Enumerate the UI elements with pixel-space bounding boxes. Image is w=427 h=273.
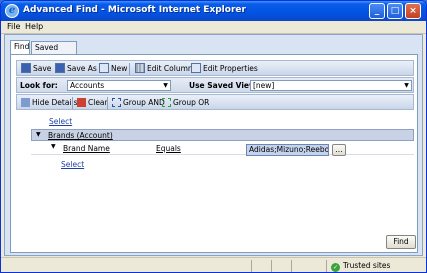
operator[interactable]: Equals xyxy=(156,144,181,153)
maximize-button[interactable]: □ xyxy=(387,3,403,19)
look-for-value: Accounts xyxy=(70,81,105,90)
properties-icon xyxy=(191,63,201,73)
status-bar: ✓ Trusted sites xyxy=(1,257,426,272)
minimize-button[interactable]: _ xyxy=(369,3,385,19)
close-button[interactable]: × xyxy=(405,3,421,19)
status-divider xyxy=(291,260,292,272)
group-and-button[interactable]: Group AND xyxy=(112,97,165,109)
save-button[interactable]: Save xyxy=(21,63,51,75)
status-divider xyxy=(251,260,252,272)
tab-saved-views[interactable]: Saved Views xyxy=(31,41,77,63)
hide-details-button[interactable]: Hide Details xyxy=(21,97,77,109)
group-row[interactable]: ▼ Brands (Account) xyxy=(31,129,414,141)
query-toolbar: Hide Details Clear Group AND Group OR xyxy=(16,94,414,110)
edit-columns-button[interactable]: Edit Columns xyxy=(135,63,197,75)
toolbar-separator xyxy=(107,97,108,109)
criteria-row: ▼ Brand Name Equals xyxy=(31,141,414,155)
saved-view-value: [new] xyxy=(253,81,275,90)
new-label: New xyxy=(111,64,128,73)
main-toolbar: Save Save As New Edit Columns Edit Prope… xyxy=(16,60,414,76)
group-label[interactable]: Brands (Account) xyxy=(48,131,113,140)
lookup-button[interactable]: ... xyxy=(332,144,346,156)
edit-columns-label: Edit Columns xyxy=(147,64,197,73)
group-or-icon xyxy=(162,98,171,107)
group-or-label: Group OR xyxy=(173,98,210,107)
top-select-link[interactable]: Select xyxy=(49,117,72,126)
trusted-check-icon: ✓ xyxy=(331,263,340,272)
group-or-button[interactable]: Group OR xyxy=(162,97,209,109)
find-panel: Save Save As New Edit Columns Edit Prope… xyxy=(10,54,418,253)
find-button[interactable]: Find xyxy=(386,235,416,249)
status-divider xyxy=(326,260,327,272)
look-for-select[interactable]: Accounts ▼ xyxy=(67,80,171,91)
new-icon xyxy=(99,63,109,73)
toolbar-separator xyxy=(129,63,130,75)
status-divider xyxy=(271,260,272,272)
group-and-icon xyxy=(112,98,121,107)
columns-icon xyxy=(135,63,145,73)
group-and-label: Group AND xyxy=(123,98,165,107)
inner-select-link[interactable]: Select xyxy=(61,160,84,169)
query-options-bar: Look for: Accounts ▼ Use Saved View: [ne… xyxy=(16,77,414,93)
hide-details-label: Hide Details xyxy=(32,98,78,107)
value-field[interactable]: Adidas;Mizuno;Reebok xyxy=(246,144,329,156)
clear-button[interactable]: Clear xyxy=(77,97,108,109)
security-zone: ✓ Trusted sites xyxy=(331,261,390,272)
save-as-icon xyxy=(55,63,65,73)
clear-label: Clear xyxy=(88,98,108,107)
window-title: Advanced Find - Microsoft Internet Explo… xyxy=(23,5,246,15)
saved-view-select[interactable]: [new] ▼ xyxy=(250,80,412,91)
collapse-arrow-icon[interactable]: ▼ xyxy=(36,131,41,138)
page-content: Find Saved Views Save Save As New Edit C… xyxy=(4,34,423,256)
menu-bar: File Help xyxy=(1,21,426,34)
save-icon xyxy=(21,63,31,73)
toolbar-separator xyxy=(72,97,73,109)
chevron-down-icon: ▼ xyxy=(404,82,409,89)
clear-icon xyxy=(77,98,86,107)
menu-help[interactable]: Help xyxy=(25,22,43,31)
details-icon xyxy=(21,98,30,107)
browser-window: e Advanced Find - Microsoft Internet Exp… xyxy=(0,0,427,273)
new-button[interactable]: New xyxy=(99,63,127,75)
zone-label: Trusted sites xyxy=(343,261,391,270)
save-as-button[interactable]: Save As xyxy=(55,63,97,75)
title-bar: e Advanced Find - Microsoft Internet Exp… xyxy=(1,1,426,21)
field-name[interactable]: Brand Name xyxy=(63,144,110,153)
menu-file[interactable]: File xyxy=(7,22,20,31)
chevron-down-icon: ▼ xyxy=(163,82,168,89)
save-label: Save xyxy=(33,64,52,73)
row-menu-arrow-icon[interactable]: ▼ xyxy=(51,143,56,150)
saved-view-label: Use Saved View: xyxy=(189,81,259,90)
look-for-label: Look for: xyxy=(20,81,58,90)
edit-properties-button[interactable]: Edit Properties xyxy=(191,63,258,75)
tab-find[interactable]: Find xyxy=(10,40,30,54)
edit-properties-label: Edit Properties xyxy=(203,64,258,73)
save-as-label: Save As xyxy=(67,64,97,73)
internet-explorer-icon: e xyxy=(5,4,19,18)
